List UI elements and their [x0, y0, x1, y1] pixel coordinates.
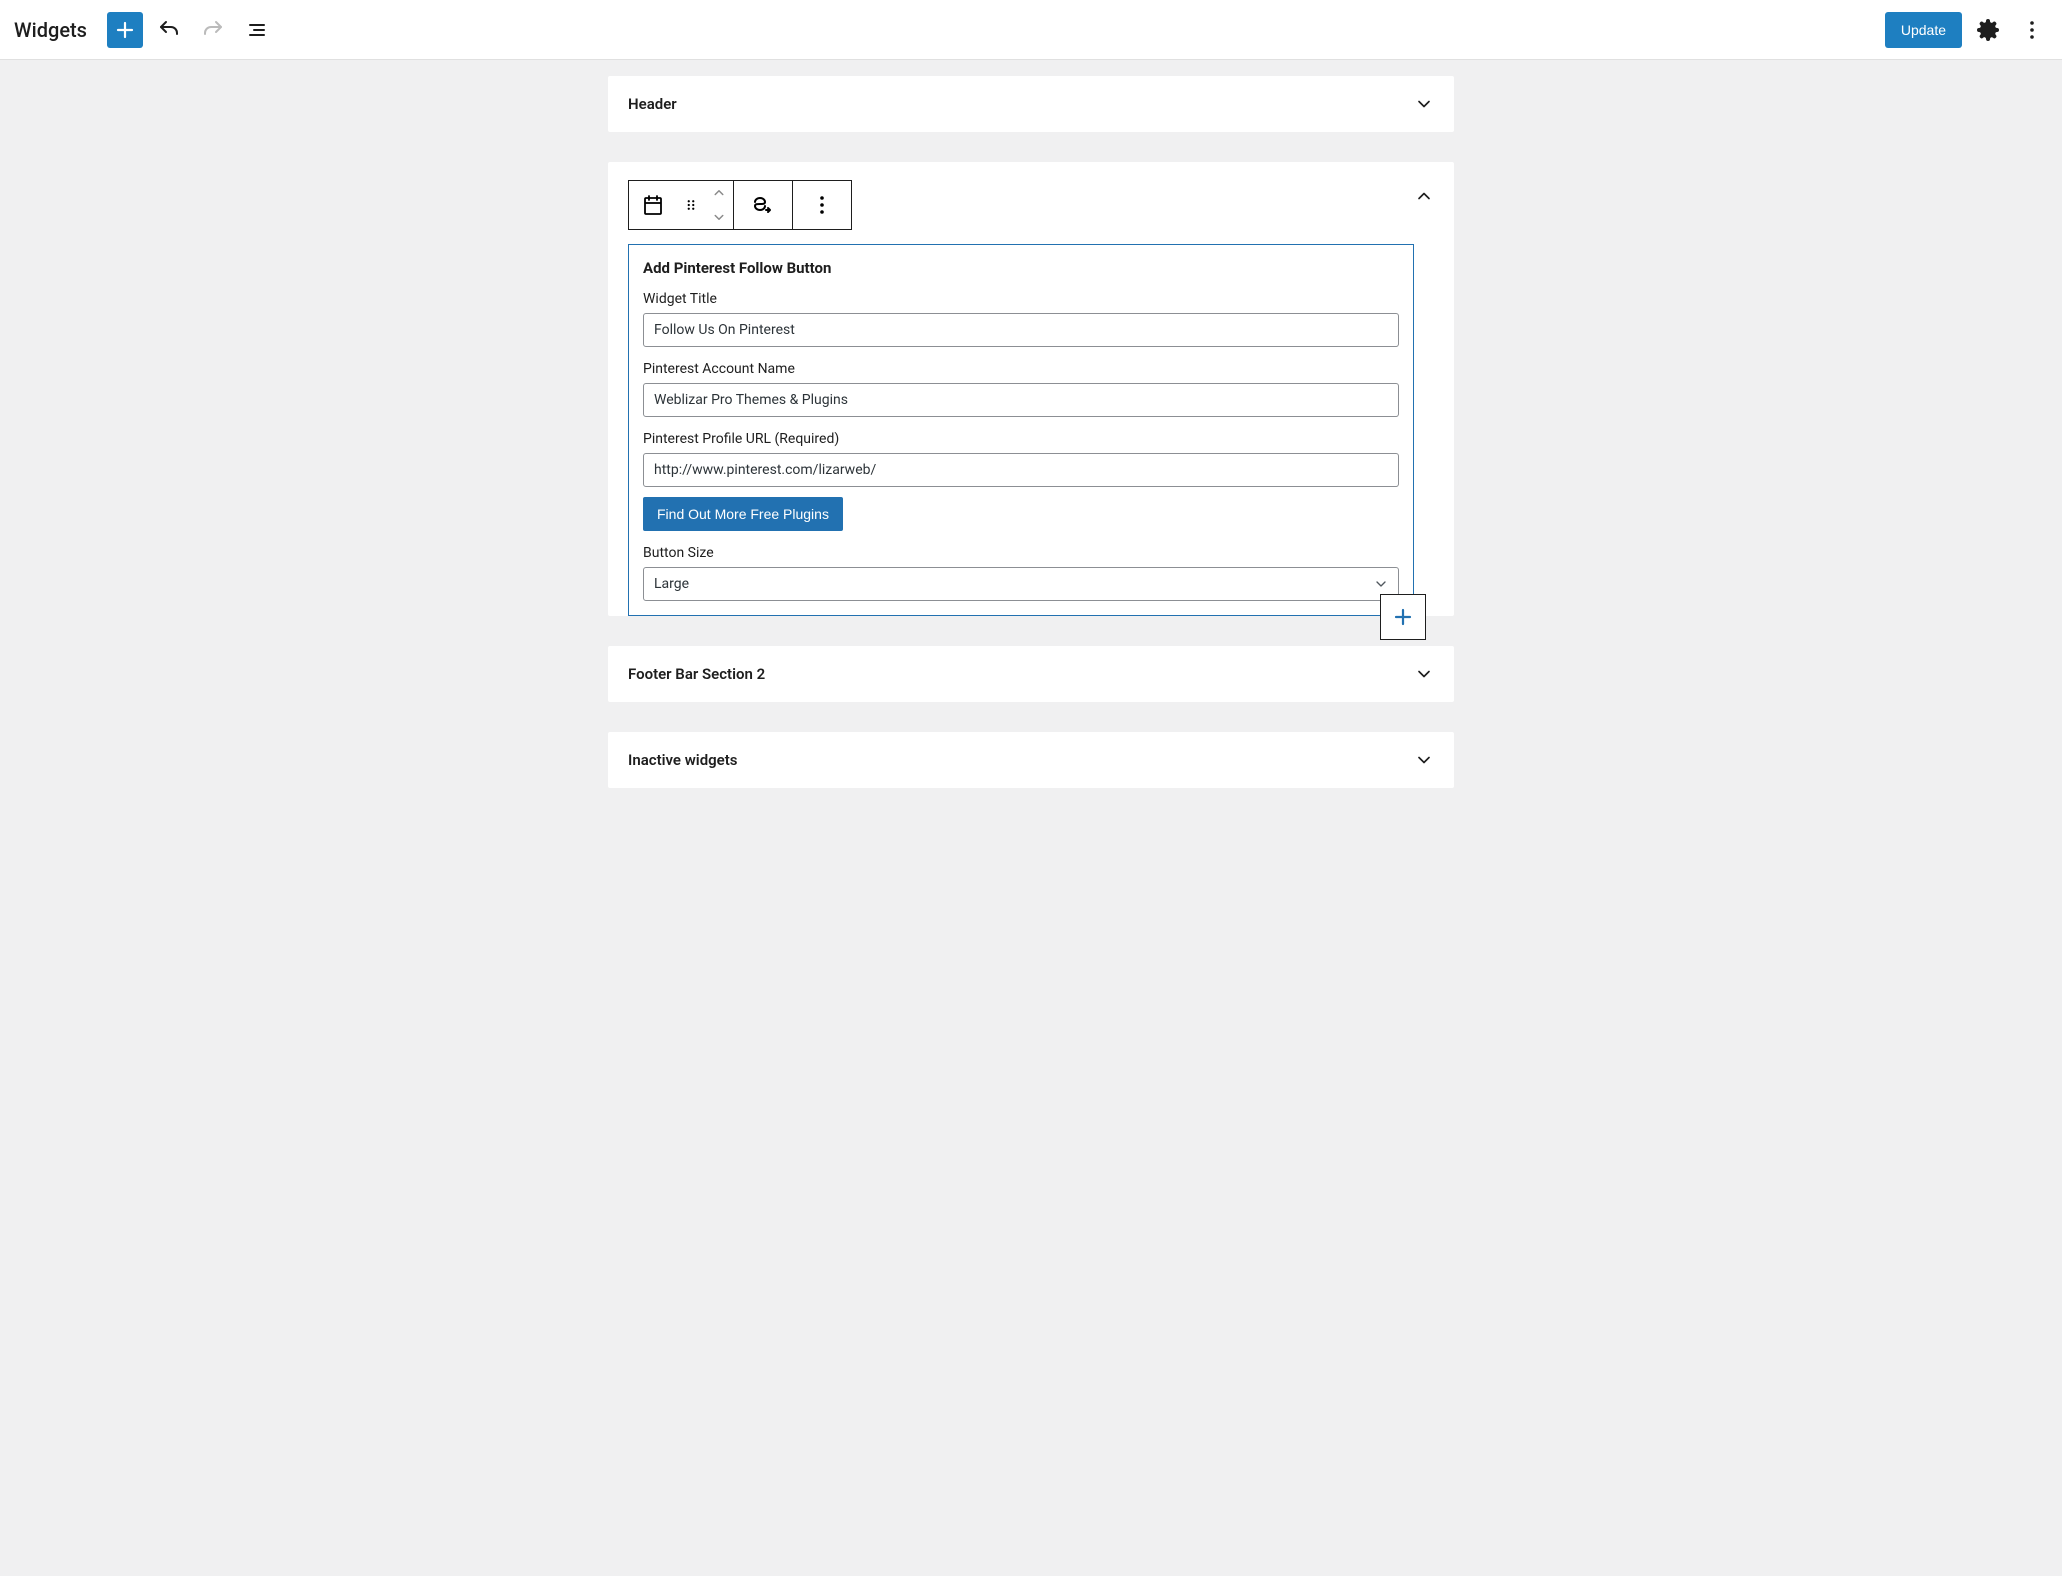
button-size-label: Button Size: [643, 545, 1399, 561]
widget-heading: Add Pinterest Follow Button: [643, 259, 1399, 277]
field-button-size: Button Size Large: [643, 545, 1399, 601]
account-name-input[interactable]: [643, 383, 1399, 417]
redo-icon: [201, 18, 225, 42]
more-vertical-icon: [810, 193, 834, 217]
move-down-icon: [710, 208, 728, 226]
widget-area-title: Inactive widgets: [628, 751, 738, 769]
undo-button[interactable]: [151, 12, 187, 48]
settings-button[interactable]: [1970, 12, 2006, 48]
add-block-inline-button[interactable]: [1380, 594, 1426, 640]
settings-icon: [1976, 18, 2000, 42]
widget-area-inactive-toggle[interactable]: Inactive widgets: [608, 732, 1454, 788]
profile-url-input[interactable]: [643, 453, 1399, 487]
field-widget-title: Widget Title: [643, 291, 1399, 347]
field-profile-url: Pinterest Profile URL (Required): [643, 431, 1399, 487]
field-account-name: Pinterest Account Name: [643, 361, 1399, 417]
block-area: Add Pinterest Follow Button Widget Title…: [628, 180, 1414, 616]
list-view-button[interactable]: [239, 12, 275, 48]
editor-top-bar: Widgets Update: [0, 0, 2062, 60]
widget-area-expanded-header: Add Pinterest Follow Button Widget Title…: [608, 162, 1454, 616]
widget-title-label: Widget Title: [643, 291, 1399, 307]
more-vertical-icon: [2020, 18, 2044, 42]
widget-area-header-toggle[interactable]: Header: [608, 76, 1454, 132]
page-title: Widgets: [12, 18, 87, 42]
pinterest-follow-widget-block[interactable]: Add Pinterest Follow Button Widget Title…: [628, 244, 1414, 616]
plus-icon: [1391, 605, 1415, 629]
top-bar-left: Widgets: [12, 12, 275, 48]
widget-area-inactive: Inactive widgets: [608, 732, 1454, 788]
account-name-label: Pinterest Account Name: [643, 361, 1399, 377]
update-button[interactable]: Update: [1885, 12, 1962, 48]
toolbar-group-type: [629, 181, 734, 229]
block-toolbar: [628, 180, 852, 230]
chevron-up-icon: [1414, 186, 1434, 206]
move-up-icon: [710, 184, 728, 202]
drag-handle-icon: [682, 196, 700, 214]
block-more-button[interactable]: [793, 181, 851, 229]
undo-icon: [157, 18, 181, 42]
widget-area-header: Header: [608, 76, 1454, 132]
chevron-down-icon: [1414, 750, 1434, 770]
collapse-area-button[interactable]: [1414, 180, 1434, 210]
chevron-down-icon: [1414, 94, 1434, 114]
calendar-icon: [641, 193, 665, 217]
widget-title-input[interactable]: [643, 313, 1399, 347]
widget-area-footer-bar-2: Footer Bar Section 2: [608, 646, 1454, 702]
profile-url-label: Pinterest Profile URL (Required): [643, 431, 1399, 447]
widget-area-footer-bar-2-toggle[interactable]: Footer Bar Section 2: [608, 646, 1454, 702]
redo-button[interactable]: [195, 12, 231, 48]
transform-icon: [751, 193, 775, 217]
move-down-button[interactable]: [705, 205, 733, 229]
widget-area-expanded: Add Pinterest Follow Button Widget Title…: [608, 162, 1454, 616]
top-bar-right: Update: [1885, 12, 2050, 48]
add-block-button[interactable]: [107, 12, 143, 48]
toolbar-group-more: [793, 181, 851, 229]
list-view-icon: [245, 18, 269, 42]
move-to-button[interactable]: [734, 181, 792, 229]
more-menu-button[interactable]: [2014, 12, 2050, 48]
plus-icon: [113, 18, 137, 42]
drag-handle[interactable]: [677, 181, 705, 229]
widget-area-title: Footer Bar Section 2: [628, 665, 765, 683]
more-plugins-button[interactable]: Find Out More Free Plugins: [643, 497, 843, 531]
move-up-button[interactable]: [705, 181, 733, 205]
block-type-button[interactable]: [629, 181, 677, 229]
widget-area-title: Header: [628, 95, 677, 113]
toolbar-group-transform: [734, 181, 793, 229]
chevron-down-icon: [1414, 664, 1434, 684]
block-mover: [705, 181, 733, 229]
widgets-content: Header: [0, 60, 2062, 828]
button-size-select-wrap: Large: [643, 567, 1399, 601]
button-size-select[interactable]: Large: [643, 567, 1399, 601]
